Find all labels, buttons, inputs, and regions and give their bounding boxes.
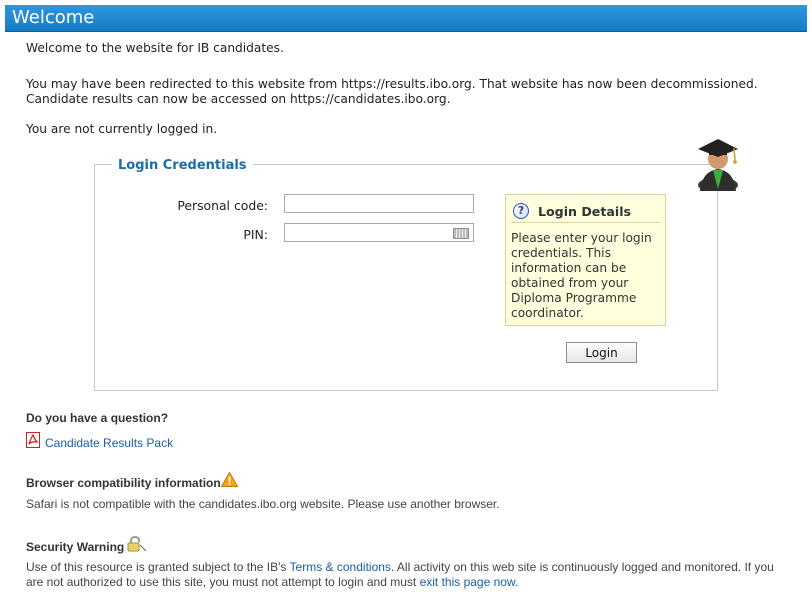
pdf-icon — [26, 432, 40, 448]
login-credentials-legend: Login Credentials — [112, 158, 253, 173]
page-title: Welcome — [12, 7, 95, 28]
virtual-keyboard-icon[interactable] — [453, 228, 469, 239]
candidate-results-pack-link-wrap: Candidate Results Pack — [45, 436, 173, 451]
graduate-icon — [698, 139, 738, 191]
personal-code-label: Personal code: — [177, 198, 268, 213]
help-question-icon: ? — [513, 203, 529, 219]
security-text-after: . — [514, 575, 519, 589]
redirect-text-line2: Candidate results can now be accessed on… — [26, 92, 451, 106]
security-text-before: Use of this resource is granted subject … — [26, 560, 290, 574]
terms-conditions-link[interactable]: Terms & conditions — [290, 560, 391, 574]
candidate-results-pack-link[interactable]: Candidate Results Pack — [45, 436, 173, 450]
padlock-icon — [127, 536, 147, 552]
welcome-text: Welcome to the website for IB candidates… — [26, 41, 284, 55]
browser-compat-heading: Browser compatibility information — [26, 476, 221, 490]
redirect-text-line1: You may have been redirected to this web… — [26, 77, 758, 91]
pin-input[interactable] — [284, 223, 474, 242]
page-header: Welcome — [5, 5, 807, 32]
login-details-box: ? Login Details Please enter your login … — [505, 194, 666, 326]
login-button[interactable]: Login — [566, 342, 637, 363]
warning-icon — [221, 472, 238, 487]
login-details-title: Login Details — [538, 204, 632, 219]
security-warning-text: Use of this resource is granted subject … — [26, 560, 788, 590]
personal-code-input[interactable] — [284, 194, 474, 213]
browser-compat-text: Safari is not compatible with the candid… — [26, 497, 500, 511]
login-status-text: You are not currently logged in. — [26, 122, 218, 136]
login-details-text: Please enter your login credentials. Thi… — [511, 231, 652, 320]
pin-label: PIN: — [243, 227, 268, 242]
security-warning-heading: Security Warning — [26, 540, 125, 554]
question-heading: Do you have a question? — [26, 411, 169, 425]
exit-page-link[interactable]: exit this page now — [420, 575, 515, 589]
login-details-divider — [511, 222, 661, 223]
